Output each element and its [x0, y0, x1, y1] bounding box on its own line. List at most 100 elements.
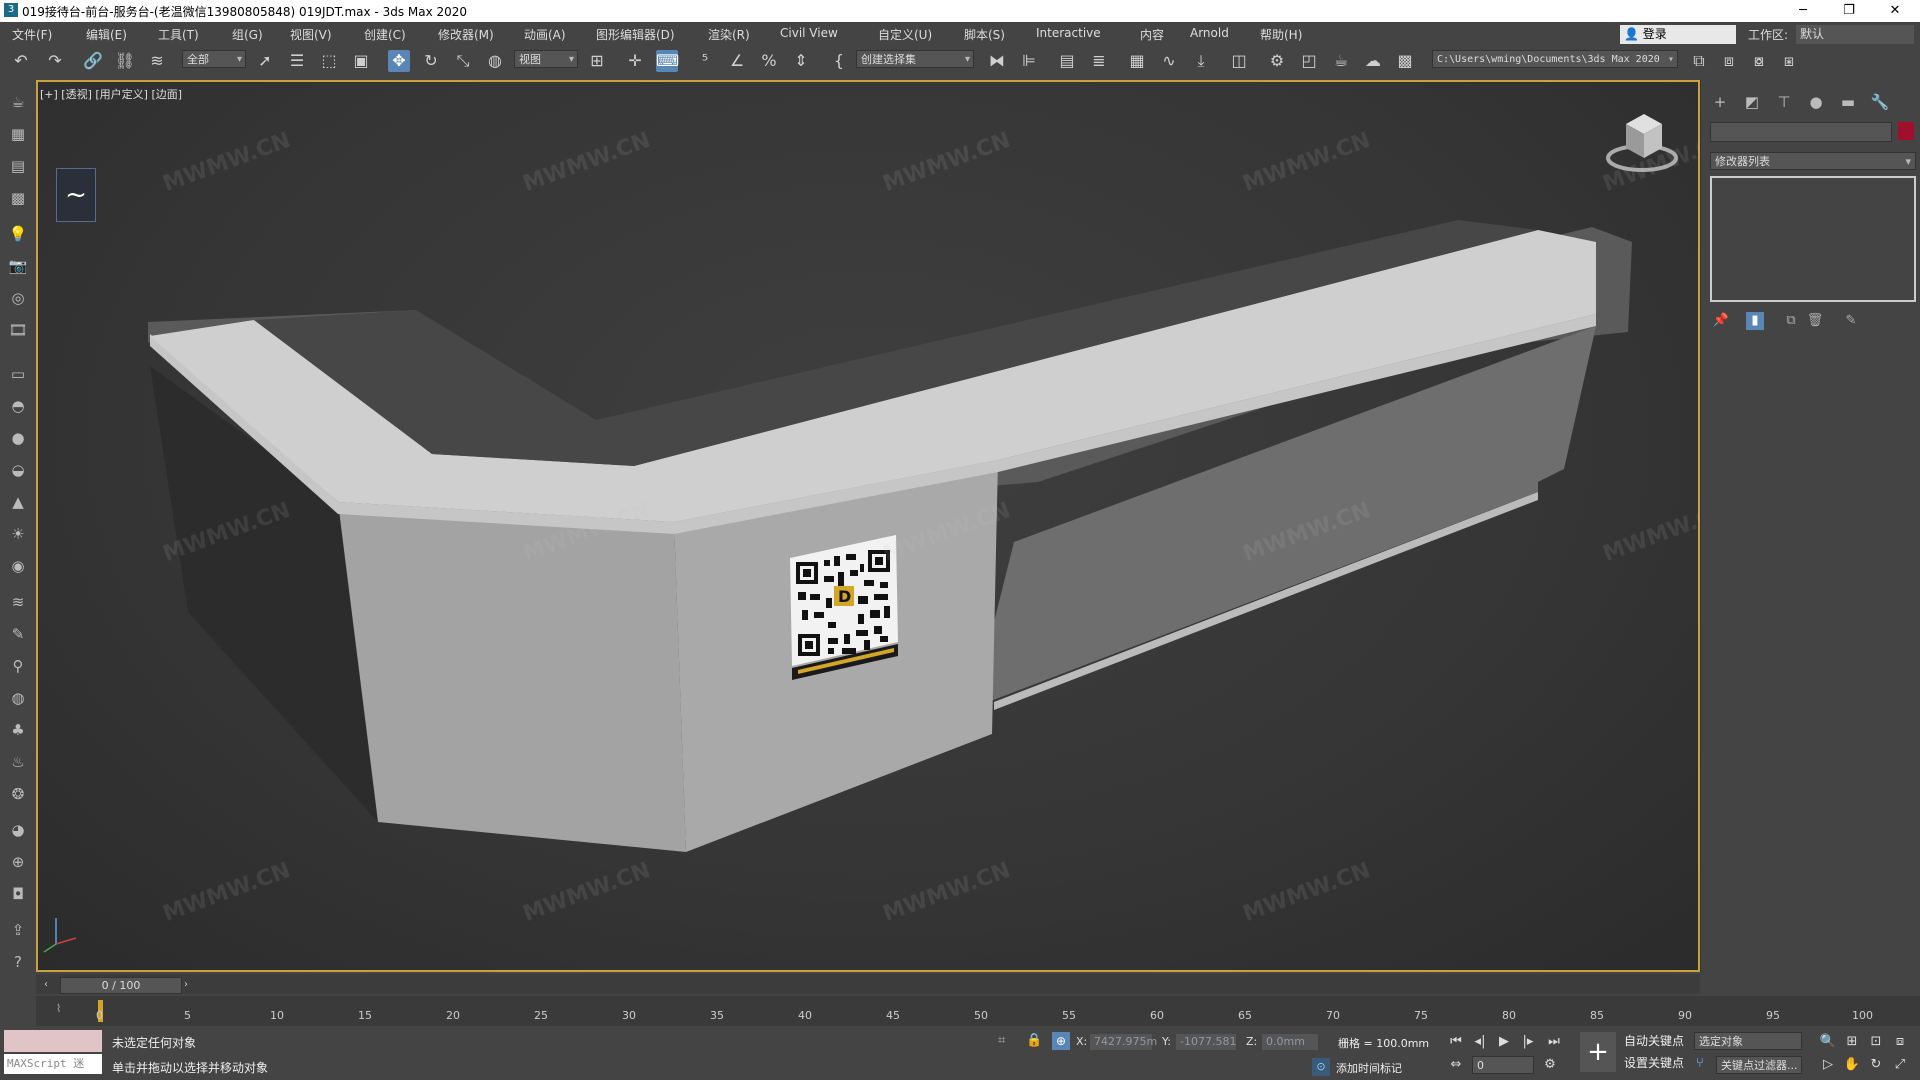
container-icon[interactable]: ⧉ [1688, 50, 1710, 72]
edit-named-selection-icon[interactable]: { [828, 50, 850, 72]
toggle-scene-explorer-icon[interactable]: ▤ [1056, 50, 1078, 72]
orbit-icon[interactable]: ↻ [1866, 1056, 1886, 1074]
show-end-result-icon[interactable]: ▮ [1746, 312, 1764, 330]
key-filters-button[interactable]: 关键点过滤器... [1716, 1056, 1802, 1074]
zoom-extents-all-icon[interactable]: ⧈ [1890, 1033, 1910, 1051]
percent-snap-icon[interactable]: % [758, 50, 780, 72]
keyboard-shortcut-toggle-icon[interactable]: ⌨ [656, 50, 679, 72]
selected-object-dropdown[interactable]: 选定对象 [1694, 1032, 1802, 1050]
link-icon[interactable]: 🔗 [82, 50, 104, 72]
menu-content[interactable]: 内容 [1140, 26, 1164, 43]
make-unique-icon[interactable]: ⧉ [1782, 312, 1800, 330]
menu-animation[interactable]: 动画(A) [524, 26, 566, 43]
rect-selection-icon[interactable]: ⬚ [318, 50, 340, 72]
pivot-center-icon[interactable]: ⊞ [586, 50, 608, 72]
menu-modifiers[interactable]: 修改器(M) [438, 26, 494, 43]
time-slider-handle[interactable]: 0 / 100 [60, 977, 182, 994]
unlink-icon[interactable]: ⛓ [114, 50, 136, 72]
pin-stack-icon[interactable]: 📌 [1712, 312, 1730, 330]
render-in-cloud-icon[interactable]: ☁ [1362, 50, 1384, 72]
restore-button[interactable]: ❐ [1826, 0, 1872, 22]
utilities-tab-icon[interactable]: 🔧 [1870, 92, 1890, 112]
y-coordinate-field[interactable]: -1077.581 [1176, 1034, 1236, 1050]
selection-lock-icon[interactable]: 🔒 [1026, 1033, 1042, 1048]
modifier-list-dropdown[interactable]: 修改器列表 [1710, 152, 1916, 171]
camera-icon[interactable]: 📷 [6, 254, 30, 278]
film-icon[interactable]: 🎞 [6, 318, 30, 342]
grid-icon[interactable]: ▩ [6, 186, 30, 210]
window-crossing-icon[interactable]: ▣ [350, 50, 372, 72]
material-editor-icon[interactable]: ◫ [1228, 50, 1250, 72]
select-scale-icon[interactable]: ⤡ [452, 50, 474, 72]
container-open-icon[interactable]: ⧈ [1718, 50, 1740, 72]
reference-coord-dropdown[interactable]: 视图 [514, 50, 578, 69]
project-path-dropdown[interactable]: C:\Users\wming\Documents\3ds Max 2020 [1432, 50, 1678, 69]
menu-graph-editors[interactable]: 图形编辑器(D) [596, 26, 675, 43]
time-config-icon[interactable]: ⚙ [1540, 1056, 1560, 1074]
spinner-snap-icon[interactable]: ⇕ [790, 50, 812, 72]
menu-file[interactable]: 文件(F) [12, 26, 52, 43]
select-rotate-icon[interactable]: ↻ [420, 50, 442, 72]
menu-interactive[interactable]: Interactive [1036, 26, 1101, 40]
hierarchy-tab-icon[interactable]: ⊤ [1774, 92, 1794, 112]
light-icon[interactable]: 💡 [6, 222, 30, 246]
render-setup-icon[interactable]: ⚙ [1266, 50, 1288, 72]
rig-icon[interactable]: ⚲ [6, 654, 30, 678]
remove-modifier-icon[interactable]: 🗑 [1806, 312, 1824, 330]
workspace-dropdown[interactable]: 默认 [1796, 25, 1914, 44]
export-icon[interactable]: ⇪ [6, 918, 30, 942]
key-filters-icon[interactable]: ⑂ [1696, 1056, 1704, 1071]
curve-editor-icon[interactable]: ∿ [1158, 50, 1180, 72]
select-move-icon[interactable]: ✥ [388, 50, 410, 72]
zoom-extents-icon[interactable]: ⊡ [1866, 1033, 1886, 1051]
configure-modifier-sets-icon[interactable]: ✎ [1842, 312, 1860, 330]
menu-edit[interactable]: 编辑(E) [86, 26, 127, 43]
previous-frame-icon[interactable]: ◂| [1470, 1033, 1490, 1051]
angle-snap-icon[interactable]: ∠ [726, 50, 748, 72]
select-place-icon[interactable]: ◍ [484, 50, 506, 72]
auto-key-button[interactable]: 自动关键点 [1624, 1032, 1684, 1051]
time-slider[interactable] [36, 974, 1700, 994]
box-icon[interactable]: ▭ [6, 362, 30, 386]
sun-icon[interactable]: ☀ [6, 522, 30, 546]
pan-icon[interactable]: ✋ [1842, 1056, 1862, 1074]
menu-rendering[interactable]: 渲染(R) [708, 26, 750, 43]
zoom-icon[interactable]: 🔍 [1818, 1033, 1838, 1051]
select-manipulate-icon[interactable]: ✛ [624, 50, 646, 72]
maximize-viewport-icon[interactable]: ⤢ [1890, 1056, 1910, 1074]
material-sphere-icon[interactable]: ◕ [6, 818, 30, 842]
time-tag-icon[interactable]: ⊙ [1312, 1058, 1330, 1076]
toggle-ribbon-icon[interactable]: ▦ [1126, 50, 1148, 72]
select-by-name-icon[interactable]: ☰ [286, 50, 308, 72]
display-tab-icon[interactable]: ▬ [1838, 92, 1858, 112]
zoom-all-icon[interactable]: ⊞ [1842, 1033, 1862, 1051]
viewport-layout-icon[interactable]: ▦ [6, 122, 30, 146]
mirror-icon[interactable]: ⧓ [986, 50, 1008, 72]
disc-icon[interactable]: ◉ [6, 554, 30, 578]
isolate-selection-icon[interactable]: ⌗ [998, 1033, 1005, 1048]
go-to-end-icon[interactable]: ⏭ [1544, 1033, 1564, 1051]
schematic-view-icon[interactable]: ⤓ [1190, 50, 1212, 72]
viewport-label[interactable]: [+] [透视] [用户定义] [边面] [40, 86, 182, 102]
play-icon[interactable]: ▶ [1494, 1033, 1514, 1051]
container-close-icon[interactable]: ⧇ [1748, 50, 1770, 72]
modify-tab-icon[interactable]: ◩ [1742, 92, 1762, 112]
key-mode-toggle-icon[interactable]: ⇔ [1446, 1056, 1466, 1074]
maxscript-listener-output[interactable] [4, 1030, 102, 1052]
lens-icon[interactable]: ⊕ [6, 850, 30, 874]
helper-icon[interactable]: ◎ [6, 286, 30, 310]
close-button[interactable]: ✕ [1872, 0, 1918, 22]
hemisphere-icon[interactable]: ◓ [6, 394, 30, 418]
plant-icon[interactable]: ♣ [6, 718, 30, 742]
field-of-view-icon[interactable]: ▷ [1818, 1056, 1838, 1074]
create-tab-icon[interactable]: + [1710, 92, 1730, 112]
a360-gallery-icon[interactable]: ▩ [1394, 50, 1416, 72]
login-dropdown[interactable]: 👤 登录 [1620, 25, 1736, 44]
cone-icon[interactable]: ▲ [6, 490, 30, 514]
menu-customize[interactable]: 自定义(U) [878, 26, 932, 43]
menu-create[interactable]: 创建(C) [364, 26, 406, 43]
perspective-viewport[interactable]: D [36, 80, 1700, 972]
menu-civil-view[interactable]: Civil View [780, 26, 838, 40]
redo-icon[interactable]: ↷ [44, 50, 66, 72]
layers-icon[interactable]: ▤ [6, 154, 30, 178]
